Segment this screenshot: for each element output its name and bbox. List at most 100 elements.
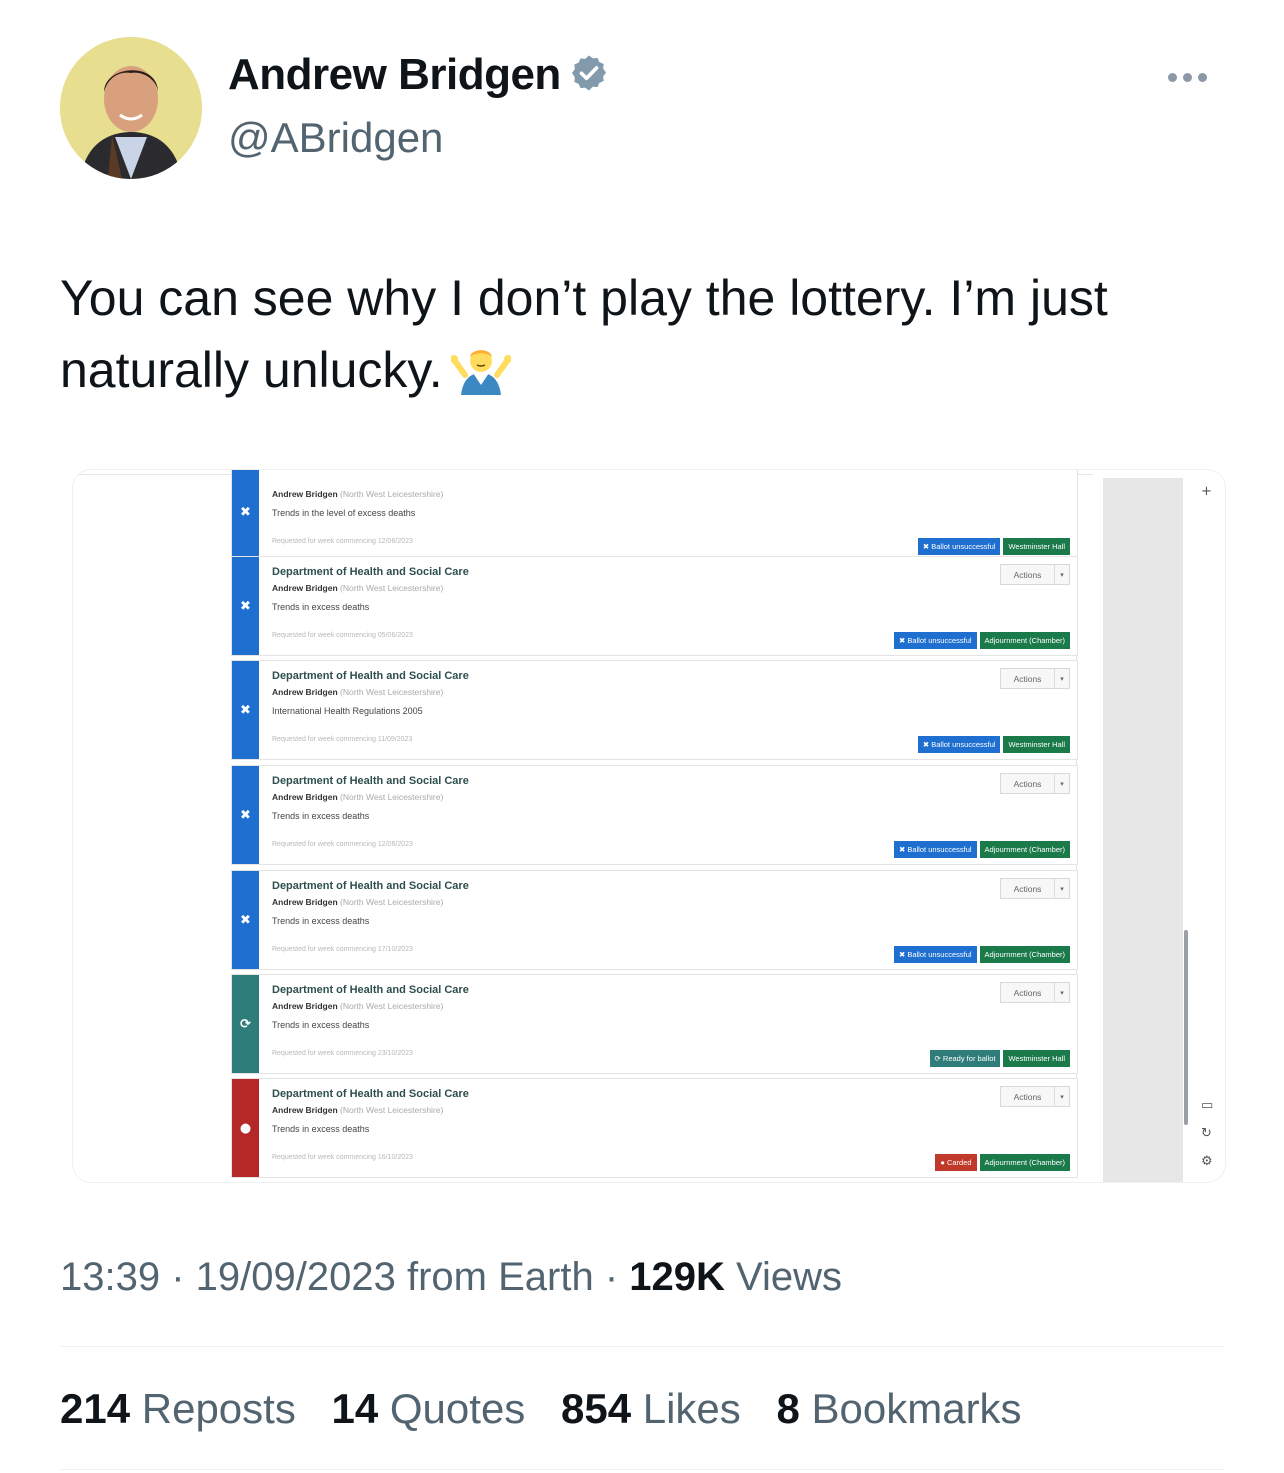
status-badge-label: Ready for ballot — [942, 1054, 996, 1063]
reposts-label: Reposts — [141, 1385, 296, 1432]
request-card[interactable]: ✖ Department of Health and Social Care And… — [231, 870, 1078, 970]
author-handle[interactable]: @ABridgen — [228, 114, 443, 162]
constituency: (North West Leicestershire) — [340, 792, 444, 802]
tweet-time[interactable]: 13:39 — [60, 1255, 160, 1299]
avatar[interactable] — [60, 37, 202, 179]
department-name: Department of Health and Social Care — [272, 880, 469, 892]
constituency: (North West Leicestershire) — [340, 1105, 444, 1115]
status-icon: ✖ — [240, 702, 251, 718]
more-options-icon[interactable] — [1168, 62, 1228, 92]
actions-dropdown[interactable]: Actions ▾ — [1000, 982, 1070, 1003]
request-card[interactable]: ✖ Department of Health and Social Care And… — [231, 660, 1078, 760]
views-count: 129K — [629, 1255, 725, 1299]
status-badge-icon: ✖ — [898, 636, 906, 645]
author-name[interactable]: Andrew Bridgen — [228, 50, 609, 104]
requested-week: Requested for week commencing 23/10/2023 — [272, 1050, 413, 1057]
request-card[interactable]: ✖ Department of Health and Social Care And… — [231, 765, 1078, 865]
actions-dropdown[interactable]: Actions ▾ — [1000, 668, 1070, 689]
engagement-stats: 214 Reposts 14 Quotes 854 Likes 8 Bookma… — [60, 1385, 1046, 1433]
divider — [60, 1469, 1224, 1470]
status-stripe: ⟳ — [232, 975, 259, 1073]
status-badge-icon: ⟳ — [934, 1054, 941, 1063]
member-name[interactable]: Andrew Bridgen — [272, 687, 338, 697]
debate-topic: Trends in excess deaths — [272, 916, 370, 926]
status-badge-icon: ✖ — [898, 950, 906, 959]
status-badge-label: Ballot unsuccessful — [931, 740, 996, 749]
requested-week: Requested for week commencing 12/06/2023 — [272, 841, 413, 848]
status-stripe: ✖ — [232, 871, 259, 969]
request-card[interactable]: ● Department of Health and Social Care And… — [231, 1078, 1078, 1178]
request-card[interactable]: ⟳ Department of Health and Social Care And… — [231, 974, 1078, 1074]
reposts-count: 214 — [60, 1385, 131, 1432]
status-tags: ✖ Ballot unsuccessful Westminster Hall — [917, 538, 1070, 555]
member-name[interactable]: Andrew Bridgen — [272, 792, 338, 802]
likes-count: 854 — [560, 1385, 632, 1432]
tweet-text: You can see why I don’t play the lottery… — [60, 262, 1230, 414]
member-line: Andrew Bridgen (North West Leicestershir… — [272, 897, 443, 907]
debate-topic: Trends in excess deaths — [272, 811, 370, 821]
status-badge: ✖ Ballot unsuccessful — [917, 736, 1001, 753]
constituency: (North West Leicestershire) — [340, 687, 444, 697]
venue-badge: Adjournment (Chamber) — [979, 841, 1070, 858]
caret-down-icon: ▾ — [1054, 565, 1069, 584]
member-name[interactable]: Andrew Bridgen — [272, 1105, 338, 1115]
avatar-photo — [60, 37, 202, 179]
member-line: Andrew Bridgen (North West Leicestershir… — [272, 583, 443, 593]
venue-badge: Adjournment (Chamber) — [979, 1154, 1070, 1171]
status-icon: ✖ — [240, 598, 251, 614]
attached-screenshot[interactable]: + ▭ ↻ ⚙ ✖ Andrew Bridgen (North West Leic… — [73, 470, 1225, 1182]
request-card[interactable]: ✖ Andrew Bridgen (North West Leicestershi… — [231, 470, 1078, 562]
actions-dropdown[interactable]: Actions ▾ — [1000, 773, 1070, 794]
member-line: Andrew Bridgen (North West Leicestershir… — [272, 687, 443, 697]
quotes-count: 14 — [331, 1385, 379, 1432]
member-line: Andrew Bridgen (North West Leicestershir… — [272, 489, 443, 499]
scrollbar[interactable] — [1184, 930, 1188, 1125]
status-badge: ● Carded — [935, 1154, 977, 1171]
constituency: (North West Leicestershire) — [340, 583, 444, 593]
debate-topic: Trends in the level of excess deaths — [272, 508, 416, 518]
status-tags: ✖ Ballot unsuccessful Adjournment (Chambe… — [893, 632, 1070, 649]
plus-icon[interactable]: + — [1201, 484, 1212, 499]
member-name[interactable]: Andrew Bridgen — [272, 489, 338, 499]
status-badge: ⟳ Ready for ballot — [929, 1050, 1001, 1067]
settings-icon[interactable]: ⚙ — [1201, 1154, 1213, 1169]
quotes-label: Quotes — [389, 1385, 526, 1432]
status-badge: ✖ Ballot unsuccessful — [893, 946, 977, 963]
debate-topic: Trends in excess deaths — [272, 1124, 370, 1134]
actions-dropdown[interactable]: Actions ▾ — [1000, 564, 1070, 585]
requested-week: Requested for week commencing 12/06/2023 — [272, 538, 413, 545]
caret-down-icon: ▾ — [1054, 983, 1069, 1002]
venue-badge: Westminster Hall — [1003, 1050, 1070, 1067]
member-name[interactable]: Andrew Bridgen — [272, 583, 338, 593]
actions-label: Actions — [1013, 883, 1042, 894]
refresh-icon[interactable]: ↻ — [1201, 1126, 1212, 1141]
constituency: (North West Leicestershire) — [340, 489, 444, 499]
panel-icon[interactable]: ▭ — [1201, 1098, 1213, 1113]
status-badge-icon: ✖ — [922, 740, 930, 749]
actions-dropdown[interactable]: Actions ▾ — [1000, 1086, 1070, 1107]
department-name: Department of Health and Social Care — [272, 1088, 469, 1100]
tweet-date[interactable]: 19/09/2023 — [196, 1255, 396, 1299]
venue-badge: Adjournment (Chamber) — [979, 946, 1070, 963]
constituency: (North West Leicestershire) — [340, 1001, 444, 1011]
side-panel — [1103, 478, 1183, 1182]
author-name-text[interactable]: Andrew Bridgen — [228, 50, 561, 99]
department-name: Department of Health and Social Care — [272, 670, 469, 682]
caret-down-icon: ▾ — [1054, 774, 1069, 793]
quotes-stat[interactable]: 14 Quotes — [332, 1385, 526, 1432]
status-tags: ● Carded Adjournment (Chamber) — [935, 1154, 1070, 1171]
member-name[interactable]: Andrew Bridgen — [272, 897, 338, 907]
actions-dropdown[interactable]: Actions ▾ — [1000, 878, 1070, 899]
reposts-stat[interactable]: 214 Reposts — [60, 1385, 296, 1432]
caret-down-icon: ▾ — [1054, 669, 1069, 688]
bookmarks-stat[interactable]: 8 Bookmarks — [776, 1385, 1021, 1432]
status-badge-label: Carded — [946, 1158, 972, 1167]
status-badge: ✖ Ballot unsuccessful — [893, 841, 977, 858]
likes-stat[interactable]: 854 Likes — [561, 1385, 741, 1432]
debate-topic: Trends in excess deaths — [272, 1020, 370, 1030]
requested-week: Requested for week commencing 17/10/2023 — [272, 946, 413, 953]
request-card[interactable]: ✖ Department of Health and Social Care And… — [231, 556, 1078, 656]
actions-label: Actions — [1013, 673, 1042, 684]
status-tags: ✖ Ballot unsuccessful Westminster Hall — [917, 736, 1070, 753]
member-name[interactable]: Andrew Bridgen — [272, 1001, 338, 1011]
